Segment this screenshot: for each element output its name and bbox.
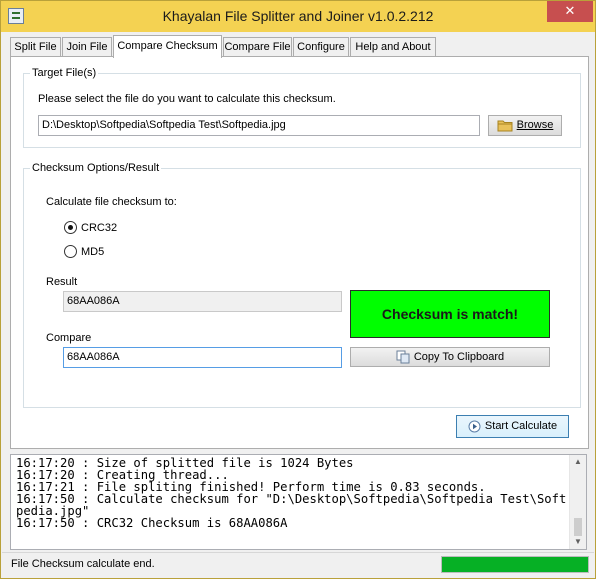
tab-join-file[interactable]: Join File (62, 37, 112, 57)
calc-label: Calculate file checksum to: (46, 196, 177, 208)
crc32-radio[interactable] (64, 221, 77, 234)
tab-help-and-about[interactable]: Help and About (350, 37, 436, 57)
scroll-up-arrow-icon[interactable]: ▲ (570, 455, 586, 469)
log-line: 16:17:50 : CRC32 Checksum is 68AA086A (16, 516, 288, 530)
progress-bar (441, 556, 589, 573)
scroll-down-arrow-icon[interactable]: ▼ (570, 535, 586, 549)
app-window: Khayalan File Splitter and Joiner v1.0.2… (0, 0, 596, 579)
checksum-options-group-title: Checksum Options/Result (30, 161, 162, 175)
result-label: Result (46, 276, 78, 288)
copy-to-clipboard-label: Copy To Clipboard (413, 350, 505, 363)
browse-button[interactable]: Browse (488, 115, 562, 136)
log-lines: 16:17:20 : Size of splitted file is 1024… (16, 457, 571, 529)
title-bar[interactable]: Khayalan File Splitter and Joiner v1.0.2… (1, 1, 595, 32)
start-calculate-button[interactable]: Start Calculate (456, 415, 569, 438)
md5-radio[interactable] (64, 245, 77, 258)
browse-label: Browse (516, 119, 554, 131)
copy-icon (396, 350, 410, 364)
compare-field[interactable]: 68AA086A (63, 347, 342, 368)
crc32-label[interactable]: CRC32 (81, 221, 117, 235)
close-button[interactable]: ✕ (547, 1, 593, 22)
file-path-field[interactable]: D:\Desktop\Softpedia\Softpedia Test\Soft… (38, 115, 480, 136)
target-files-group-title: Target File(s) (30, 66, 99, 80)
status-bar: File Checksum calculate end. (2, 552, 594, 578)
play-icon (468, 420, 481, 433)
target-files-group: Target File(s) (23, 66, 581, 148)
scroll-thumb[interactable] (574, 518, 582, 536)
tab-compare-checksum[interactable]: Compare Checksum (113, 35, 222, 58)
progress-fill (442, 557, 588, 572)
copy-to-clipboard-button[interactable]: Copy To Clipboard (350, 347, 550, 367)
checksum-match-indicator: Checksum is match! (350, 290, 550, 338)
folder-icon (497, 120, 513, 132)
result-field[interactable]: 68AA086A (63, 291, 342, 312)
status-text: File Checksum calculate end. (11, 558, 155, 570)
log-output[interactable]: 16:17:20 : Size of splitted file is 1024… (10, 454, 587, 550)
md5-label[interactable]: MD5 (81, 245, 104, 259)
compare-checksum-panel: Target File(s) Please select the file do… (10, 56, 589, 449)
log-line: 16:17:50 : Calculate checksum for "D:\De… (16, 492, 567, 518)
tab-compare-file[interactable]: Compare File (223, 37, 292, 57)
compare-label: Compare (46, 332, 92, 344)
window-title: Khayalan File Splitter and Joiner v1.0.2… (162, 8, 434, 24)
tab-configure[interactable]: Configure (293, 37, 349, 57)
target-instruction: Please select the file do you want to ca… (38, 93, 336, 105)
log-scrollbar[interactable]: ▲ ▼ (569, 455, 586, 549)
start-calculate-label: Start Calculate (484, 420, 558, 432)
tab-split-file[interactable]: Split File (10, 37, 61, 57)
